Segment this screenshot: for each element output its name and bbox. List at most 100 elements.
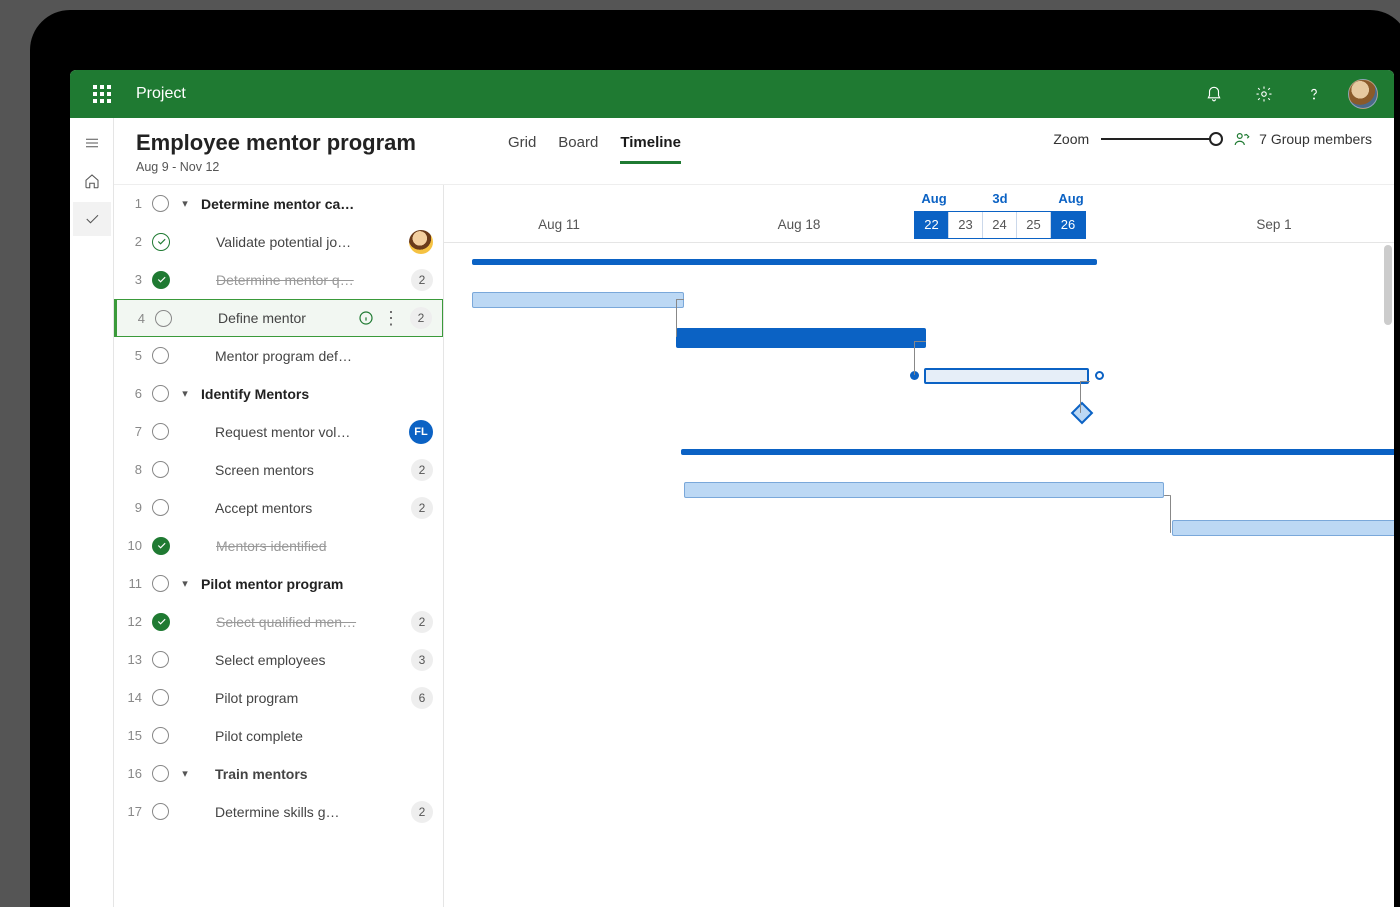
status-done-icon[interactable] <box>152 537 170 555</box>
gantt-bar[interactable] <box>1172 520 1394 536</box>
view-tabs: Grid Board Timeline <box>508 134 681 164</box>
task-row[interactable]: 15 Pilot complete <box>114 717 443 755</box>
screen: Project <box>70 70 1394 907</box>
task-number: 9 <box>124 500 142 515</box>
task-row[interactable]: 17 Determine skills g…2 <box>114 793 443 831</box>
task-name: Define mentor <box>204 310 348 326</box>
gantt-row <box>444 433 1394 471</box>
expand-caret <box>182 312 194 324</box>
expand-caret[interactable]: ▾ <box>179 767 191 780</box>
expand-caret[interactable]: ▾ <box>179 197 191 210</box>
slider-thumb[interactable] <box>1209 132 1223 146</box>
status-open-icon[interactable] <box>152 727 169 744</box>
rail-menu-button[interactable] <box>73 126 111 160</box>
task-name: Pilot program <box>201 690 401 706</box>
left-rail <box>70 118 114 907</box>
task-row[interactable]: 1▾Determine mentor ca… <box>114 185 443 223</box>
more-icon[interactable]: ⋮ <box>382 309 400 327</box>
status-open-icon[interactable] <box>155 310 172 327</box>
task-name: Identify Mentors <box>201 386 433 402</box>
check-icon <box>83 210 101 228</box>
gantt-scrollbar-thumb[interactable] <box>1384 245 1392 325</box>
status-open-icon[interactable] <box>152 385 169 402</box>
task-row[interactable]: 11▾Pilot mentor program <box>114 565 443 603</box>
gantt-row <box>444 509 1394 547</box>
task-name: Select employees <box>201 652 401 668</box>
task-count-pill: 2 <box>410 307 432 329</box>
tab-timeline[interactable]: Timeline <box>620 134 681 164</box>
help-button[interactable] <box>1298 78 1330 110</box>
settings-button[interactable] <box>1248 78 1280 110</box>
task-row[interactable]: 10 Mentors identified <box>114 527 443 565</box>
gantt-row <box>444 585 1394 623</box>
status-done-outline-icon[interactable] <box>152 233 170 251</box>
status-open-icon[interactable] <box>152 423 169 440</box>
status-done-icon[interactable] <box>152 613 170 631</box>
task-count-pill: 3 <box>411 649 433 671</box>
gantt-row <box>444 281 1394 319</box>
timeline-area: 1▾Determine mentor ca…2 Validate potenti… <box>114 184 1394 907</box>
task-row[interactable]: 3 Determine mentor q…2 <box>114 261 443 299</box>
status-done-icon[interactable] <box>152 271 170 289</box>
expand-caret[interactable]: ▾ <box>179 387 191 400</box>
gantt-bar[interactable] <box>681 449 1394 455</box>
status-open-icon[interactable] <box>152 499 169 516</box>
gantt-bar[interactable] <box>676 328 926 348</box>
status-open-icon[interactable] <box>152 689 169 706</box>
task-row[interactable]: 6▾Identify Mentors <box>114 375 443 413</box>
expand-caret <box>180 540 192 552</box>
status-open-icon[interactable] <box>152 461 169 478</box>
rail-home-button[interactable] <box>73 164 111 198</box>
task-name: Determine mentor q… <box>202 272 401 288</box>
expand-caret[interactable]: ▾ <box>179 577 191 590</box>
page-title-block: Employee mentor program Aug 9 - Nov 12 <box>136 130 416 174</box>
status-open-icon[interactable] <box>152 651 169 668</box>
assignee-initials[interactable]: FL <box>409 420 433 444</box>
gantt-date-label: Sep 1 <box>1256 217 1291 232</box>
gantt-bar[interactable] <box>924 368 1089 384</box>
gantt-chart[interactable]: Aug3dAug 2223242526 Aug 11Aug 18Sep 1 <box>444 185 1394 907</box>
task-row[interactable]: 8 Screen mentors2 <box>114 451 443 489</box>
group-members-button[interactable]: 7 Group members <box>1233 130 1372 148</box>
status-open-icon[interactable] <box>152 575 169 592</box>
task-name: Accept mentors <box>201 500 401 516</box>
task-row[interactable]: 4 Define mentor⋮2 <box>114 299 443 337</box>
task-row[interactable]: 2 Validate potential jo… <box>114 223 443 261</box>
gantt-bar[interactable] <box>472 292 684 308</box>
task-row[interactable]: 16▾Train mentors <box>114 755 443 793</box>
gantt-bar[interactable] <box>472 259 1097 265</box>
user-avatar[interactable] <box>1348 79 1378 109</box>
task-row[interactable]: 9 Accept mentors2 <box>114 489 443 527</box>
notifications-button[interactable] <box>1198 78 1230 110</box>
gantt-milestone[interactable] <box>1071 402 1094 425</box>
zoom-slider[interactable] <box>1101 132 1221 146</box>
assignee-avatar[interactable] <box>409 230 433 254</box>
gantt-row <box>444 775 1394 813</box>
info-icon[interactable] <box>358 310 374 326</box>
status-open-icon[interactable] <box>152 803 169 820</box>
tab-grid[interactable]: Grid <box>508 134 536 164</box>
task-number: 10 <box>124 538 142 553</box>
task-name: Mentors identified <box>202 538 433 554</box>
app-launcher-button[interactable] <box>86 78 118 110</box>
task-row-actions: ⋮ <box>358 309 400 327</box>
task-row[interactable]: 12 Select qualified men…2 <box>114 603 443 641</box>
task-row[interactable]: 7 Request mentor vol…FL <box>114 413 443 451</box>
status-open-icon[interactable] <box>152 347 169 364</box>
gantt-row <box>444 547 1394 585</box>
main-area: Employee mentor program Aug 9 - Nov 12 G… <box>114 118 1394 907</box>
task-row[interactable]: 5 Mentor program def… <box>114 337 443 375</box>
gantt-bar[interactable] <box>684 482 1164 498</box>
task-number: 11 <box>124 576 142 591</box>
status-open-icon[interactable] <box>152 765 169 782</box>
task-row[interactable]: 14 Pilot program6 <box>114 679 443 717</box>
task-row[interactable]: 13 Select employees3 <box>114 641 443 679</box>
tab-board[interactable]: Board <box>558 134 598 164</box>
gantt-top-label: Aug <box>921 191 946 206</box>
app-title: Project <box>136 85 186 103</box>
status-open-icon[interactable] <box>152 195 169 212</box>
expand-caret <box>180 616 192 628</box>
gantt-bar-end-handle[interactable] <box>1095 371 1104 380</box>
rail-check-button[interactable] <box>73 202 111 236</box>
gantt-row <box>444 357 1394 395</box>
